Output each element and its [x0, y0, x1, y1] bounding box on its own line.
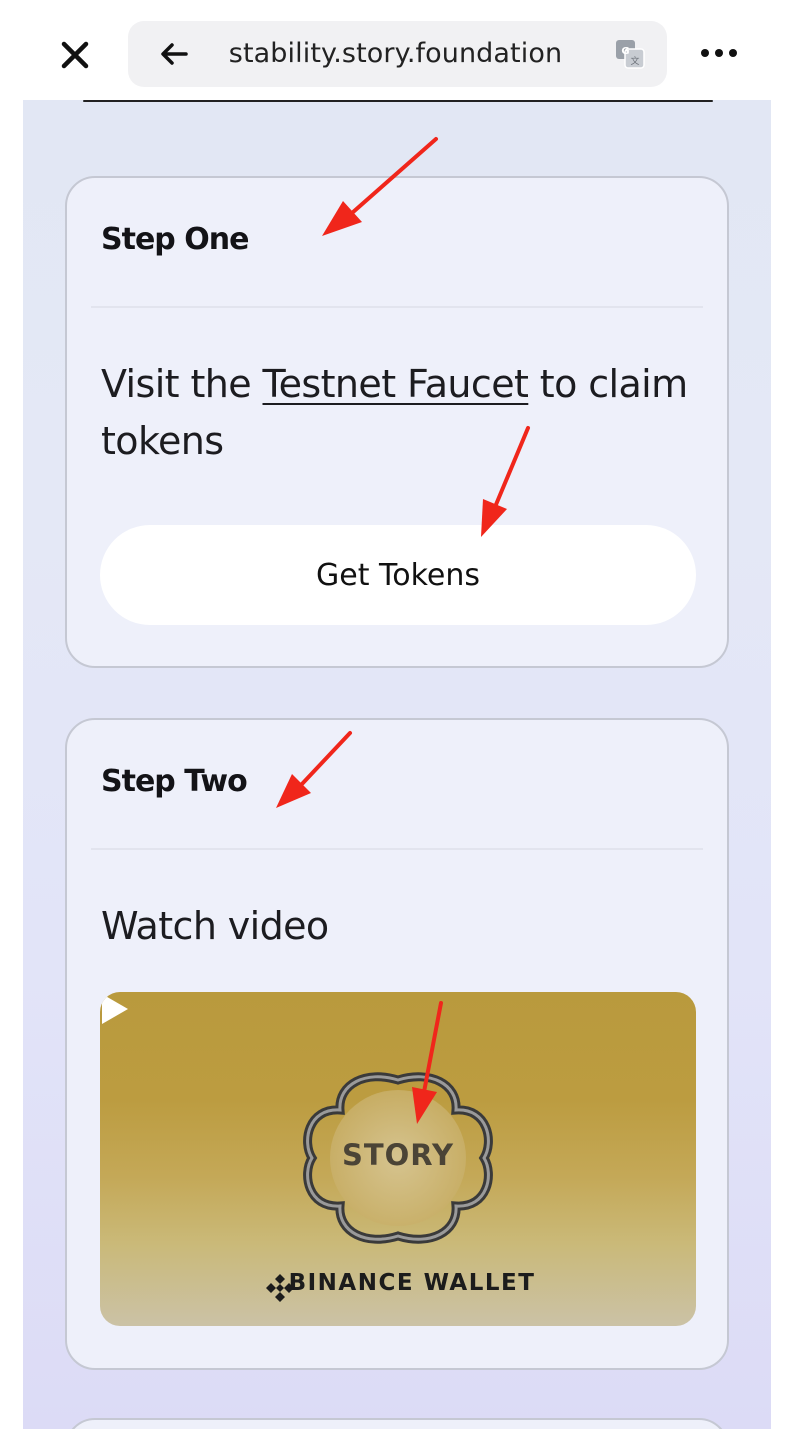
translate-button[interactable]: G 文 — [615, 39, 645, 69]
step-one-text: Visit the Testnet Faucet to claim tokens — [101, 356, 701, 470]
back-arrow-icon — [161, 43, 188, 65]
binance-wallet-label: BINANCE WALLET — [288, 1270, 536, 1296]
video-player[interactable]: STORY BINANCE WALLET — [100, 992, 696, 1326]
more-options-button[interactable] — [696, 38, 742, 68]
web-page-content: Step One Visit the Testnet Faucet to cla… — [23, 100, 771, 1429]
more-dot — [715, 49, 723, 57]
section-top-border — [83, 100, 713, 102]
more-dot — [701, 49, 709, 57]
close-icon — [61, 41, 89, 69]
address-bar[interactable]: stability.story.foundation G 文 — [128, 21, 667, 87]
story-logo-text: STORY — [341, 1138, 455, 1172]
browser-top-bar: stability.story.foundation G 文 — [0, 0, 791, 100]
step-one-text-before: Visit the — [101, 362, 263, 406]
step-one-title: Step One — [101, 222, 249, 257]
step-two-card: Step Two Watch video STORY BINANCE WALLE… — [65, 718, 729, 1370]
binance-wallet-brand: BINANCE WALLET — [100, 1270, 696, 1296]
step-two-title: Step Two — [101, 764, 248, 799]
svg-text:文: 文 — [630, 55, 639, 67]
play-icon[interactable] — [100, 992, 130, 1026]
back-button[interactable] — [156, 35, 192, 73]
testnet-faucet-link[interactable]: Testnet Faucet — [263, 362, 529, 406]
close-button[interactable] — [52, 32, 98, 78]
svg-text:G: G — [621, 46, 629, 57]
more-dot — [729, 49, 737, 57]
step-one-card: Step One Visit the Testnet Faucet to cla… — [65, 176, 729, 668]
url-text[interactable]: stability.story.foundation — [208, 21, 583, 87]
get-tokens-button[interactable]: Get Tokens — [100, 525, 696, 625]
step-three-card — [65, 1418, 729, 1429]
step-one-divider — [91, 306, 703, 308]
step-two-text: Watch video — [101, 904, 329, 948]
translate-icon: G 文 — [616, 40, 645, 69]
step-two-divider — [91, 848, 703, 850]
